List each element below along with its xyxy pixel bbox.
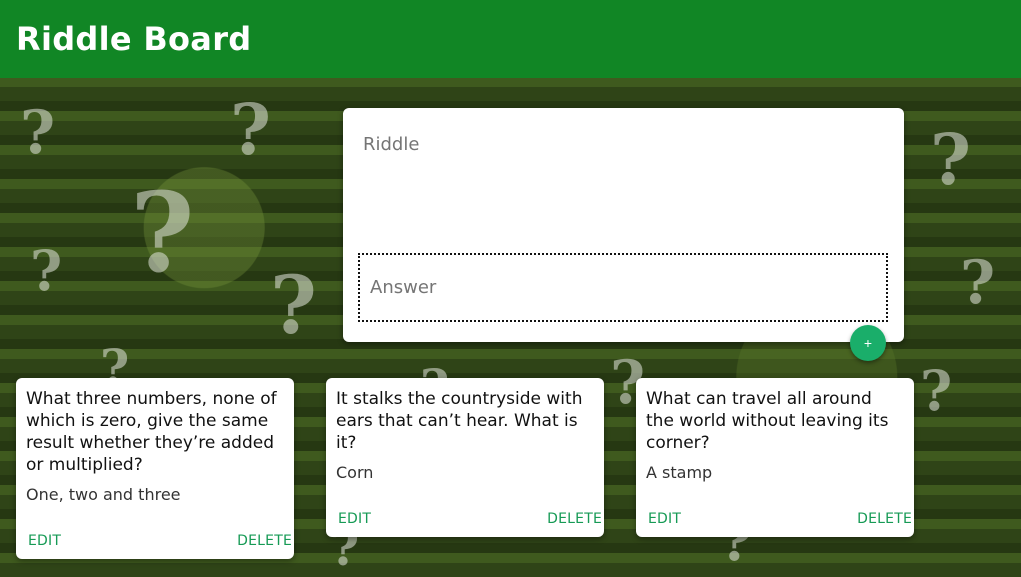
delete-button[interactable]: DELETE: [857, 511, 912, 527]
question-mark-decoration: ?: [30, 238, 63, 303]
question-mark-decoration: ?: [920, 358, 953, 423]
answer-input[interactable]: [358, 253, 888, 322]
riddle-answer: A stamp: [646, 463, 713, 482]
question-mark-decoration: ?: [130, 168, 195, 297]
riddle-answer: Corn: [336, 463, 374, 482]
edit-button[interactable]: EDIT: [648, 511, 681, 527]
riddle-card: What can travel all around the world wit…: [636, 378, 914, 537]
card-actions: EDIT DELETE: [636, 511, 914, 527]
question-mark-decoration: ?: [20, 98, 56, 168]
add-riddle-button[interactable]: +: [850, 325, 886, 361]
app-title: Riddle Board: [16, 20, 252, 58]
app-header: Riddle Board: [0, 0, 1021, 78]
delete-button[interactable]: DELETE: [237, 533, 292, 549]
riddle-question: What can travel all around the world wit…: [646, 389, 889, 453]
question-mark-decoration: ?: [930, 118, 972, 201]
card-actions: EDIT DELETE: [16, 533, 294, 549]
delete-button[interactable]: DELETE: [547, 511, 602, 527]
riddle-card: What three numbers, none of which is zer…: [16, 378, 294, 559]
plus-icon: +: [863, 335, 873, 351]
riddle-input[interactable]: [361, 128, 885, 160]
riddle-form: [343, 108, 904, 342]
question-mark-decoration: ?: [270, 258, 317, 352]
card-actions: EDIT DELETE: [326, 511, 604, 527]
edit-button[interactable]: EDIT: [28, 533, 61, 549]
riddle-question: What three numbers, none of which is zer…: [26, 389, 277, 475]
question-mark-decoration: ?: [960, 248, 996, 318]
riddle-question: It stalks the countryside with ears that…: [336, 389, 583, 453]
riddle-answer: One, two and three: [26, 485, 181, 504]
question-mark-decoration: ?: [230, 88, 272, 171]
riddle-card: It stalks the countryside with ears that…: [326, 378, 604, 537]
edit-button[interactable]: EDIT: [338, 511, 371, 527]
